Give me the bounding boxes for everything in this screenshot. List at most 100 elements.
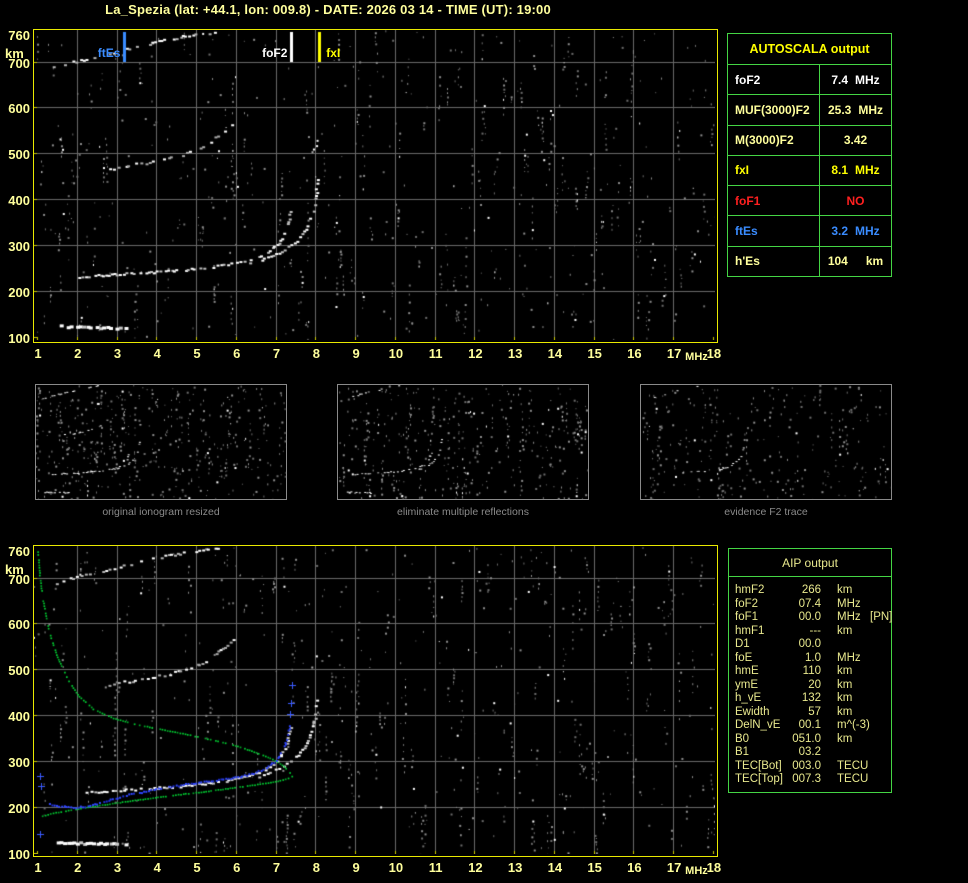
x-tick-label: 10 (388, 860, 404, 875)
table-row: foF2 07.4 MHz (729, 598, 891, 612)
autoscala-row-value: 104 km (827, 254, 884, 269)
x-tick-label: 10 (388, 346, 404, 361)
x-tick-label: 3 (113, 860, 122, 875)
autoscala-row-label: ftEs (728, 216, 820, 246)
autoscala-row-value: 3.2 MHz (831, 224, 880, 239)
y-tick-label: 600 (8, 617, 30, 633)
table-row: B0 051.0 km (729, 733, 891, 747)
aip-label: DelN_vE (735, 719, 781, 731)
thumbnail-eliminate-canvas (338, 385, 588, 499)
autoscala-row-label: M(3000)F2 (728, 125, 820, 155)
x-tick-label: 12 (468, 860, 483, 875)
aip-value: 110 (802, 665, 821, 677)
x-tick-label: 12 (468, 346, 483, 361)
thumbnail-original-canvas (36, 385, 286, 499)
ionogram-top-canvas (34, 30, 715, 340)
x-tick-label: 17 (666, 860, 682, 875)
y-axis-unit-label: km (5, 562, 24, 577)
x-tick-label: 7 (272, 860, 281, 875)
table-row: foF2 7.4 MHz (728, 65, 891, 96)
aip-unit: km (837, 624, 853, 637)
aip-label: TEC[Bot] (735, 759, 782, 772)
table-row: fxI 8.1 MHz (728, 155, 891, 187)
aip-table: AIP output hmF2 266 km foF2 07.4 MHz foF1 00.0 M… (728, 548, 892, 793)
aip-value: 132 (801, 692, 821, 704)
table-row: TEC[Bot] 003.0 TECU (729, 760, 891, 774)
x-tick-label: 6 (233, 346, 241, 361)
x-tick-label: 4 (153, 860, 161, 875)
autoscala-rows: foF2 7.4 MHz MUF(3000)F2 25.3 MHz M(3000)F2 3.4… (728, 65, 891, 276)
marker-label-ftEs: ftEs (97, 46, 121, 60)
table-row: foF1 NO (728, 186, 891, 217)
aip-unit: TECU (837, 773, 869, 785)
autoscala-row-label: fxI (728, 155, 820, 186)
x-tick-label: 3 (113, 346, 122, 361)
x-tick-label: 15 (587, 860, 602, 875)
ionogram-bottom-canvas (34, 546, 715, 854)
aip-unit: MHz (837, 611, 861, 623)
aip-unit: m^(-3) (837, 719, 870, 731)
aip-label: foF1 (735, 611, 759, 623)
x-tick-label: 11 (428, 860, 443, 875)
aip-label: Ewidth (735, 705, 770, 718)
aip-unit (837, 638, 870, 652)
aip-label: B1 (735, 746, 750, 758)
aip-value: 266 (801, 584, 821, 596)
aip-unit: km (837, 665, 853, 677)
aip-unit: km (837, 692, 853, 704)
x-tick-label: 15 (587, 346, 602, 361)
x-tick-label: 4 (153, 346, 161, 361)
aip-label: D1 (735, 638, 750, 650)
table-row: foF1 00.0 MHz [PN] (729, 611, 892, 625)
y-tick-label: 100 (8, 330, 30, 346)
ionogram-top-plot: 760 700 600 500 400 300 200 100 km 1 2 3 4 5 6 7 8 9 10 11 1… (5, 28, 721, 363)
x-tick-label: 8 (312, 860, 320, 875)
autoscala-row-value: 3.42 (843, 133, 868, 148)
aip-rows: hmF2 266 km foF2 07.4 MHz foF1 00.0 MHz [PN] hmF1 -… (729, 577, 892, 787)
aip-value: 57 (808, 705, 821, 718)
table-row: M(3000)F2 3.42 (728, 125, 891, 156)
table-row: hmE 110 km (729, 665, 891, 679)
aip-label: hmE (735, 665, 759, 677)
table-row: TEC[Top] 007.3 TECU (729, 773, 891, 787)
autoscala-row-value: 25.3 MHz (827, 102, 884, 117)
x-tick-label: 17 (666, 346, 682, 361)
x-tick-label: 1 (34, 860, 42, 875)
y-tick-label: 300 (8, 239, 30, 255)
aip-unit (837, 746, 870, 760)
x-tick-label: 9 (352, 346, 360, 361)
autoscala-table: AUTOSCALA output foF2 7.4 MHz MUF(3000)F2 25… (727, 33, 892, 277)
marker-label-fxI: fxI (326, 46, 341, 60)
y-tick-label: 760 (8, 544, 30, 559)
autoscala-row-value: 7.4 MHz (831, 72, 880, 87)
x-axis-unit-label: MHz (685, 351, 708, 363)
x-tick-label: 16 (627, 346, 642, 361)
table-row: h'Es 104 km (728, 246, 891, 276)
aip-value: 20 (808, 678, 821, 691)
y-tick-label: 400 (8, 193, 30, 209)
x-tick-label: 8 (312, 346, 320, 361)
thumbnail-evidence-canvas (641, 385, 891, 499)
aip-value: --- (809, 624, 822, 637)
aip-value: 00.1 (798, 719, 821, 731)
y-tick-label: 200 (8, 801, 30, 817)
aip-value: 1.0 (805, 651, 821, 664)
table-row: ftEs 3.2 MHz (728, 216, 891, 247)
aip-value: 00.0 (798, 638, 821, 650)
aip-label: hmF2 (735, 584, 765, 596)
aip-value: 003.0 (792, 759, 821, 772)
y-tick-label: 600 (8, 101, 30, 117)
x-axis-unit-label: MHz (685, 865, 708, 877)
table-row: hmF1 --- km (729, 625, 891, 639)
y-tick-label: 200 (8, 285, 30, 301)
autoscala-header: AUTOSCALA output (728, 34, 891, 65)
x-tick-label: 13 (507, 346, 523, 361)
aip-value: 007.3 (792, 773, 821, 785)
thumbnail-evidence-f2 (640, 384, 892, 500)
autoscala-row-value: NO (846, 193, 865, 208)
aip-value: 051.0 (792, 732, 821, 745)
autoscala-row-label: foF2 (728, 65, 820, 95)
marker-label-foF2: foF2 (262, 46, 288, 60)
table-row: hmF2 266 km (729, 584, 891, 598)
ionogram-bottom-plot: 760 700 600 500 400 300 200 100 km 1 2 3 4 5 6 7 8 9 10 11 1… (5, 544, 721, 877)
